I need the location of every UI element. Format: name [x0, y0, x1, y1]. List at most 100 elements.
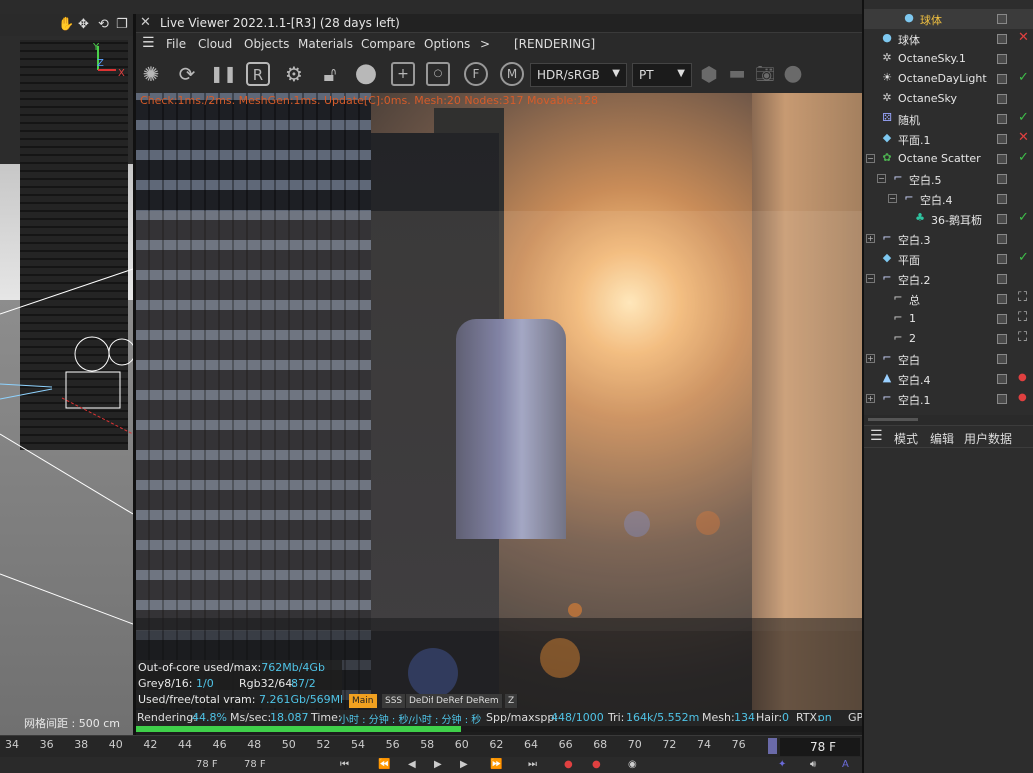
object-row[interactable]: ● 球体: [864, 9, 1033, 29]
prev-frame-icon[interactable]: ◀: [408, 759, 416, 770]
menu-compare[interactable]: Compare: [361, 37, 415, 51]
camera-icon[interactable]: 📷︎: [752, 61, 778, 87]
object-manager-scrollbar[interactable]: [864, 415, 1033, 425]
rotate-icon[interactable]: ⟲: [98, 17, 109, 32]
object-row[interactable]: ⌐ 2 ⛶: [864, 329, 1033, 349]
restart-render-icon[interactable]: ⟳: [174, 61, 200, 87]
timeline-playhead[interactable]: [768, 738, 777, 754]
end-frame-field[interactable]: 78 F: [244, 759, 266, 770]
visibility-tag-icon[interactable]: [997, 394, 1007, 404]
object-row[interactable]: ◆ 平面.1 ✕: [864, 129, 1033, 149]
object-row[interactable]: ◆ 平面 ✓: [864, 249, 1033, 269]
visibility-tag-icon[interactable]: [997, 274, 1007, 284]
expand-toggle-icon[interactable]: −: [866, 274, 875, 283]
menu-options[interactable]: Options: [424, 37, 470, 51]
scrollbar-thumb[interactable]: [868, 418, 918, 421]
enabled-check-icon[interactable]: ✓: [1018, 150, 1029, 165]
region-render-icon[interactable]: R: [246, 62, 270, 86]
send-scene-icon[interactable]: ✺: [138, 61, 164, 87]
move-icon[interactable]: ✥: [78, 17, 89, 32]
object-row[interactable]: + ⌐ 空白: [864, 349, 1033, 369]
lock-icon[interactable]: 🔓︎: [317, 61, 343, 87]
render-view[interactable]: [136, 93, 862, 710]
disabled-cross-icon[interactable]: ✕: [1018, 130, 1029, 145]
a-icon[interactable]: A: [842, 759, 849, 770]
disabled-cross-icon[interactable]: ✕: [1018, 30, 1029, 45]
status-dot-icon[interactable]: ●: [1018, 372, 1027, 383]
expand-toggle-icon[interactable]: +: [866, 234, 875, 243]
close-icon[interactable]: ✕: [140, 15, 151, 30]
expand-toggle-icon[interactable]: −: [877, 174, 886, 183]
enabled-check-icon[interactable]: ✓: [1018, 250, 1029, 265]
object-row[interactable]: ⌐ 1 ⛶: [864, 309, 1033, 329]
visibility-tag-icon[interactable]: [997, 154, 1007, 164]
record-icon[interactable]: ●: [564, 759, 573, 770]
visibility-tag-icon[interactable]: [997, 114, 1007, 124]
visibility-tag-icon[interactable]: [997, 94, 1007, 104]
pass-tab-sss[interactable]: SSS: [382, 694, 407, 708]
hamburger-menu-icon[interactable]: ☰: [870, 428, 883, 444]
expand-toggle-icon[interactable]: −: [888, 194, 897, 203]
status-dot-icon[interactable]: ●: [1018, 392, 1027, 403]
prev-key-icon[interactable]: ⏪: [378, 759, 390, 770]
attr-tab-mode[interactable]: 模式: [894, 430, 918, 447]
add-region-icon[interactable]: +: [391, 62, 415, 86]
object-row[interactable]: − ✿ Octane Scatter ✓: [864, 149, 1033, 169]
pass-tab-main[interactable]: Main: [349, 694, 378, 708]
viewport-3d[interactable]: Y Z X: [0, 14, 133, 736]
pass-tab-deref[interactable]: DeRef: [433, 694, 468, 708]
visibility-tag-icon[interactable]: [997, 294, 1007, 304]
menu-cloud[interactable]: Cloud: [198, 37, 232, 51]
object-row[interactable]: + ⌐ 空白.3: [864, 229, 1033, 249]
object-row[interactable]: − ⌐ 空白.2: [864, 269, 1033, 289]
expand-toggle-icon[interactable]: +: [866, 394, 875, 403]
visibility-tag-icon[interactable]: [997, 14, 1007, 24]
settings-gear-icon[interactable]: ⚙: [281, 61, 307, 87]
enabled-check-icon[interactable]: ✓: [1018, 70, 1029, 85]
visibility-tag-icon[interactable]: [997, 334, 1007, 344]
autokey-icon[interactable]: ●: [592, 759, 601, 770]
enabled-check-icon[interactable]: ✓: [1018, 210, 1029, 225]
play-icon[interactable]: ▶: [434, 759, 442, 770]
keyframe-icon[interactable]: ◉: [628, 759, 637, 770]
visibility-tag-icon[interactable]: [997, 134, 1007, 144]
expand-toggle-icon[interactable]: −: [866, 154, 875, 163]
maximize-icon[interactable]: ❐: [116, 17, 128, 32]
object-row[interactable]: + ⌐ 空白.1 ●: [864, 389, 1033, 409]
visibility-tag-icon[interactable]: [997, 374, 1007, 384]
menu-more-chevron[interactable]: >: [480, 37, 490, 51]
object-row[interactable]: ● 球体 ✕: [864, 29, 1033, 49]
tonemap-select[interactable]: HDR/sRGB ▼: [530, 63, 627, 87]
circle-icon[interactable]: ●: [780, 61, 806, 87]
object-row[interactable]: ▲ 空白.4 ●: [864, 369, 1033, 389]
expand-toggle-icon[interactable]: +: [866, 354, 875, 363]
target-tag-icon[interactable]: ⛶: [1018, 290, 1027, 305]
current-frame-field[interactable]: 78 F: [780, 738, 860, 756]
target-tag-icon[interactable]: ⛶: [1018, 330, 1027, 345]
visibility-tag-icon[interactable]: [997, 194, 1007, 204]
visibility-tag-icon[interactable]: [997, 254, 1007, 264]
next-key-icon[interactable]: ⏩: [490, 759, 502, 770]
visibility-tag-icon[interactable]: [997, 54, 1007, 64]
kernel-select[interactable]: PT ▼: [632, 63, 692, 87]
object-row[interactable]: ⌐ 总 ⛶: [864, 289, 1033, 309]
object-row[interactable]: ♣ 36-鹅耳枥 ✓: [864, 209, 1033, 229]
goto-start-icon[interactable]: ⏮: [340, 759, 349, 770]
object-row[interactable]: ✲ OctaneSky.1: [864, 49, 1033, 69]
pause-render-icon[interactable]: ❚❚: [210, 61, 237, 87]
pan-icon[interactable]: ✋: [58, 17, 74, 32]
motion-icon[interactable]: ✦: [778, 759, 786, 770]
visibility-tag-icon[interactable]: [997, 74, 1007, 84]
attr-tab-edit[interactable]: 编辑: [930, 430, 954, 447]
focus-picker-icon[interactable]: F: [464, 62, 488, 86]
menu-file[interactable]: File: [166, 37, 186, 51]
sound-icon[interactable]: 🔊︎: [810, 759, 816, 770]
object-row[interactable]: − ⌐ 空白.5: [864, 169, 1033, 189]
object-row[interactable]: ⚄ 随机 ✓: [864, 109, 1033, 129]
object-row[interactable]: ✲ OctaneSky: [864, 89, 1033, 109]
object-row[interactable]: − ⌐ 空白.4: [864, 189, 1033, 209]
film-icon[interactable]: ▬: [724, 61, 750, 87]
menu-materials[interactable]: Materials: [298, 37, 353, 51]
material-ball-icon[interactable]: ●: [353, 60, 379, 87]
goto-end-icon[interactable]: ⏭: [528, 759, 537, 770]
